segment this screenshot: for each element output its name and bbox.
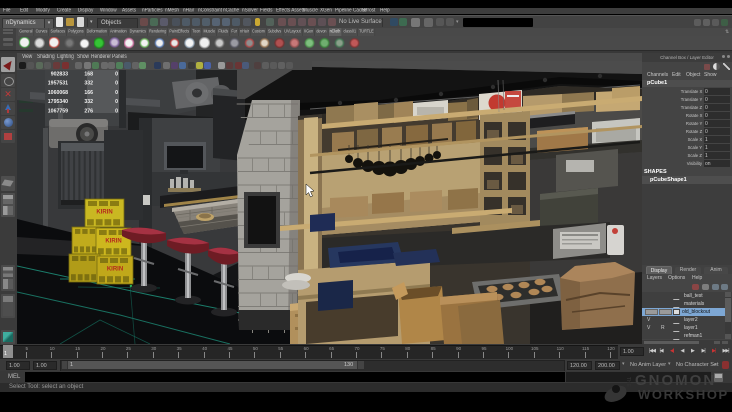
svg-text:0: 0 [115, 99, 118, 105]
svg-text:1067759: 1067759 [48, 108, 68, 114]
svg-text:0: 0 [115, 81, 118, 87]
svg-text:KIRIN: KIRIN [107, 267, 123, 273]
svg-text:1060068: 1060068 [48, 90, 68, 96]
svg-text:276: 276 [84, 108, 93, 114]
svg-text:332: 332 [84, 99, 93, 105]
svg-text:0: 0 [115, 108, 118, 114]
svg-text:902833: 902833 [51, 72, 68, 78]
svg-text:KIRIN: KIRIN [96, 210, 112, 216]
svg-text:0: 0 [115, 72, 118, 78]
svg-text:168: 168 [84, 72, 93, 78]
svg-text:0: 0 [115, 90, 118, 96]
svg-text:1795340: 1795340 [48, 99, 68, 105]
svg-text:1957531: 1957531 [48, 81, 68, 87]
svg-text:332: 332 [84, 81, 93, 87]
svg-text:166: 166 [84, 90, 93, 96]
svg-text:KIRIN: KIRIN [105, 239, 121, 245]
